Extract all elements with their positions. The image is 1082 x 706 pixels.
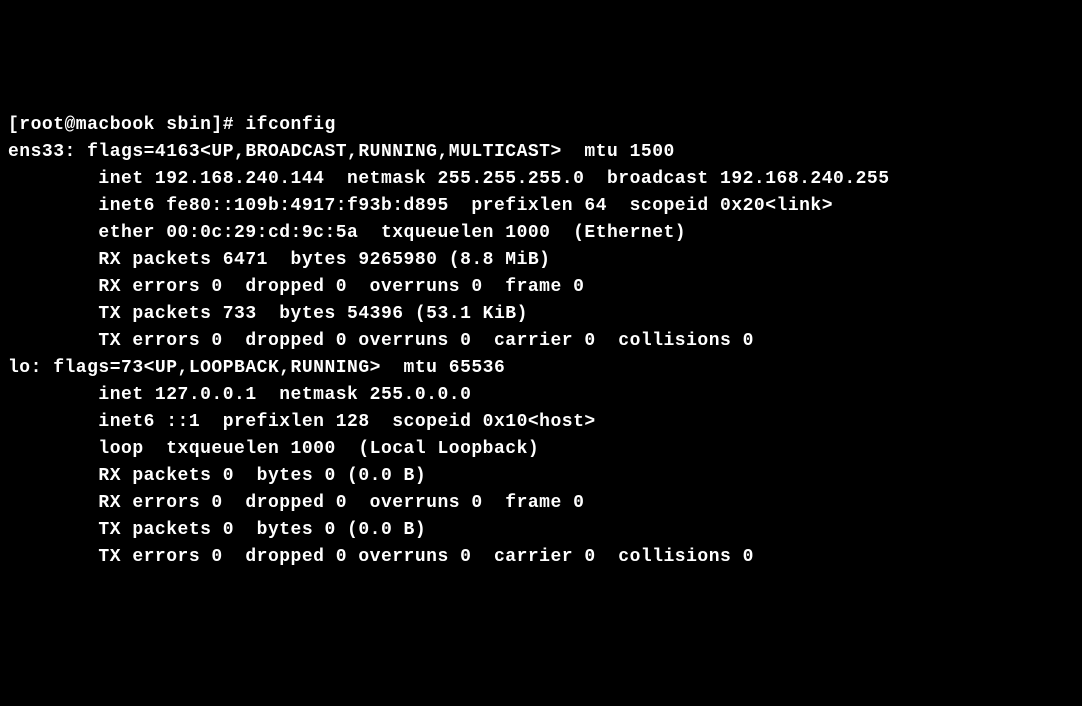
prompt-line[interactable]: [root@macbook sbin]# ifconfig — [8, 112, 1074, 139]
iface-lo-tx-packets: TX packets 0 bytes 0 (0.0 B) — [8, 517, 1074, 544]
iface-ens33-ether: ether 00:0c:29:cd:9c:5a txqueuelen 1000 … — [8, 220, 1074, 247]
iface-lo-inet: inet 127.0.0.1 netmask 255.0.0.0 — [8, 382, 1074, 409]
iface-ens33-tx-packets: TX packets 733 bytes 54396 (53.1 KiB) — [8, 301, 1074, 328]
iface-lo-loop: loop txqueuelen 1000 (Local Loopback) — [8, 436, 1074, 463]
iface-lo-rx-packets: RX packets 0 bytes 0 (0.0 B) — [8, 463, 1074, 490]
iface-ens33-header: ens33: flags=4163<UP,BROADCAST,RUNNING,M… — [8, 139, 1074, 166]
iface-ens33-inet6: inet6 fe80::109b:4917:f93b:d895 prefixle… — [8, 193, 1074, 220]
iface-ens33-inet: inet 192.168.240.144 netmask 255.255.255… — [8, 166, 1074, 193]
iface-ens33-tx-errors: TX errors 0 dropped 0 overruns 0 carrier… — [8, 328, 1074, 355]
command-text: ifconfig — [245, 115, 335, 135]
iface-ens33-rx-errors: RX errors 0 dropped 0 overruns 0 frame 0 — [8, 274, 1074, 301]
iface-lo-inet6: inet6 ::1 prefixlen 128 scopeid 0x10<hos… — [8, 409, 1074, 436]
iface-ens33-rx-packets: RX packets 6471 bytes 9265980 (8.8 MiB) — [8, 247, 1074, 274]
terminal-output: [root@macbook sbin]# ifconfigens33: flag… — [8, 112, 1074, 571]
iface-lo-tx-errors: TX errors 0 dropped 0 overruns 0 carrier… — [8, 544, 1074, 571]
iface-lo-header: lo: flags=73<UP,LOOPBACK,RUNNING> mtu 65… — [8, 355, 1074, 382]
shell-prompt: [root@macbook sbin]# — [8, 115, 245, 135]
iface-lo-rx-errors: RX errors 0 dropped 0 overruns 0 frame 0 — [8, 490, 1074, 517]
